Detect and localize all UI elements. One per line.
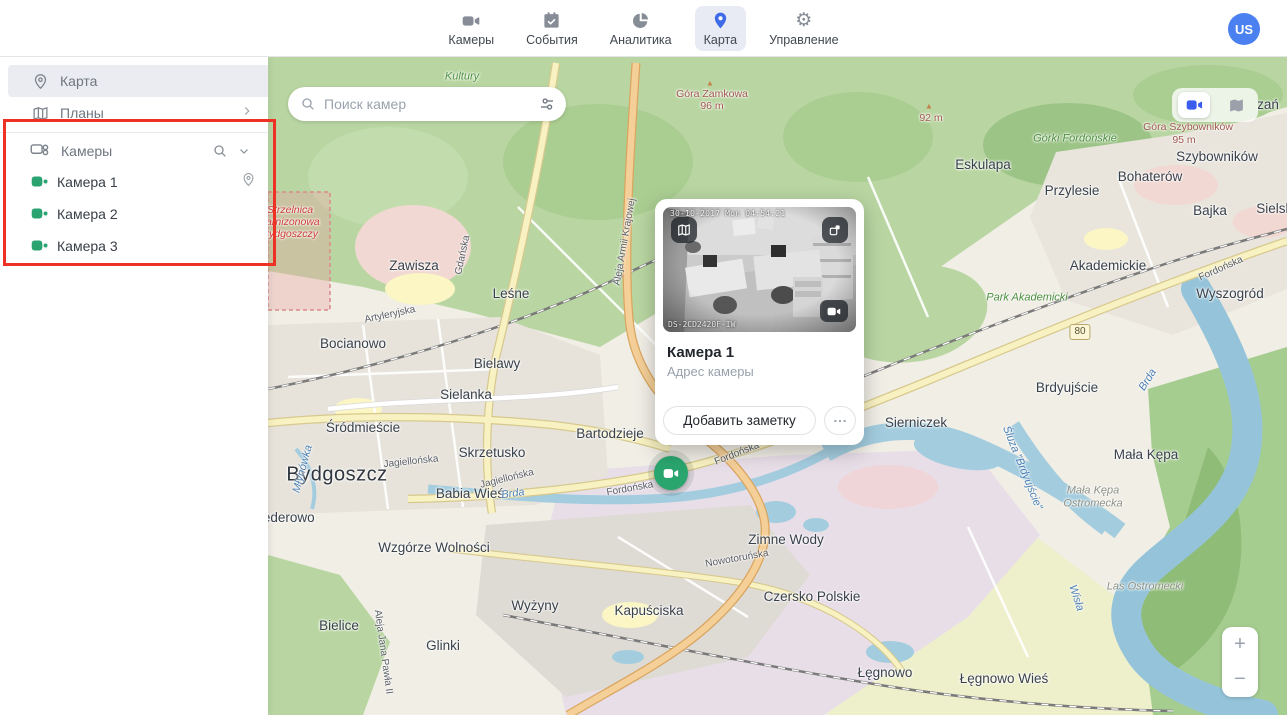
video-camera-icon: [461, 11, 481, 31]
sidebar-item-label: Планы: [60, 105, 240, 121]
sidebar-item-map[interactable]: Карта: [8, 65, 268, 97]
tab-label: Управление: [769, 33, 839, 47]
main-nav: Камеры События Аналитика Карта: [439, 6, 847, 51]
map-outline-icon: [30, 103, 50, 123]
app-window: Камеры События Аналитика Карта: [0, 0, 1287, 715]
section-label: Камеры: [61, 143, 208, 159]
zoom-control: + −: [1222, 627, 1258, 697]
sidebar: Карта Планы Камеры: [0, 57, 268, 715]
show-on-map-button[interactable]: [671, 217, 697, 243]
location-pin-outline-icon: [30, 71, 50, 91]
video-camera-icon: [827, 306, 841, 317]
map-style-button[interactable]: [1220, 92, 1252, 118]
camera-map-marker[interactable]: [654, 456, 688, 490]
filter-sliders-icon[interactable]: [538, 95, 556, 113]
add-note-button[interactable]: Добавить заметку: [663, 406, 816, 435]
popup-camera-title: Камера 1: [667, 344, 852, 361]
map-icon: [1228, 97, 1245, 114]
open-in-new-icon: [828, 223, 842, 237]
chevron-down-icon[interactable]: [232, 139, 256, 163]
user-avatar[interactable]: US: [1228, 13, 1260, 45]
tab-label: Аналитика: [610, 33, 672, 47]
camera-popup: 30-10-2017 Mon 04:54:21 DS-2CD2420F-IW К…: [655, 199, 864, 445]
tab-label: Камеры: [448, 33, 494, 47]
calendar-check-icon: [542, 11, 561, 31]
tab-map[interactable]: Карта: [695, 6, 746, 51]
tab-cameras[interactable]: Камеры: [439, 6, 503, 51]
camera-list-item-1[interactable]: Камера 1: [0, 166, 268, 198]
sidebar-item-label: Карта: [60, 73, 254, 89]
tab-label: События: [526, 33, 578, 47]
map-icon: [677, 223, 691, 237]
zoom-out-button[interactable]: −: [1222, 664, 1258, 696]
location-pin-icon: [711, 11, 730, 31]
search-input[interactable]: [324, 96, 538, 112]
zoom-in-button[interactable]: +: [1222, 629, 1258, 661]
camera-list-item-2[interactable]: Камера 2: [0, 198, 268, 230]
divider: [0, 132, 268, 133]
popup-actions: Добавить заметку: [663, 406, 856, 435]
tab-management[interactable]: ⚙ Управление: [760, 6, 848, 51]
top-navbar: Камеры События Аналитика Карта: [0, 0, 1287, 57]
video-camera-icon: [663, 467, 679, 480]
tab-analytics[interactable]: Аналитика: [601, 6, 681, 51]
camera-type-badge: [820, 300, 848, 322]
camera-icon: [31, 175, 49, 189]
content-area: Карта Планы Камеры: [0, 57, 1287, 715]
camera-name: Камера 3: [57, 238, 256, 254]
sidebar-item-plans[interactable]: Планы: [0, 97, 268, 129]
more-options-button[interactable]: [824, 406, 856, 435]
cctv-camera-model: DS-2CD2420F-IW: [668, 320, 735, 329]
pie-chart-icon: [631, 11, 650, 31]
popup-camera-address: Адрес камеры: [667, 364, 852, 379]
camera-icon: [31, 239, 49, 253]
more-options-icon: [832, 413, 848, 429]
map-area[interactable]: KulturyGórki FordońskiePark Akademicki▲G…: [268, 57, 1287, 715]
camera-preview[interactable]: 30-10-2017 Mon 04:54:21 DS-2CD2420F-IW: [663, 207, 856, 332]
camera-name: Камера 1: [57, 174, 241, 190]
search-icon[interactable]: [208, 139, 232, 163]
tab-label: Карта: [704, 33, 737, 47]
cameras-layer-button[interactable]: [1178, 92, 1210, 118]
cameras-section-header[interactable]: Камеры: [0, 136, 268, 166]
camera-icon: [31, 207, 49, 221]
chevron-right-icon: [240, 104, 254, 123]
search-icon: [300, 96, 316, 112]
gear-icon: ⚙: [795, 11, 812, 31]
cameras-group-icon: [30, 141, 52, 161]
tab-events[interactable]: События: [517, 6, 587, 51]
video-camera-icon: [1186, 98, 1203, 112]
open-in-new-button[interactable]: [822, 217, 848, 243]
map-layer-control: [1172, 88, 1258, 122]
located-pin-icon: [241, 172, 256, 192]
camera-search-bar: [288, 87, 566, 121]
camera-list-item-3[interactable]: Камера 3: [0, 230, 268, 262]
camera-name: Камера 2: [57, 206, 256, 222]
